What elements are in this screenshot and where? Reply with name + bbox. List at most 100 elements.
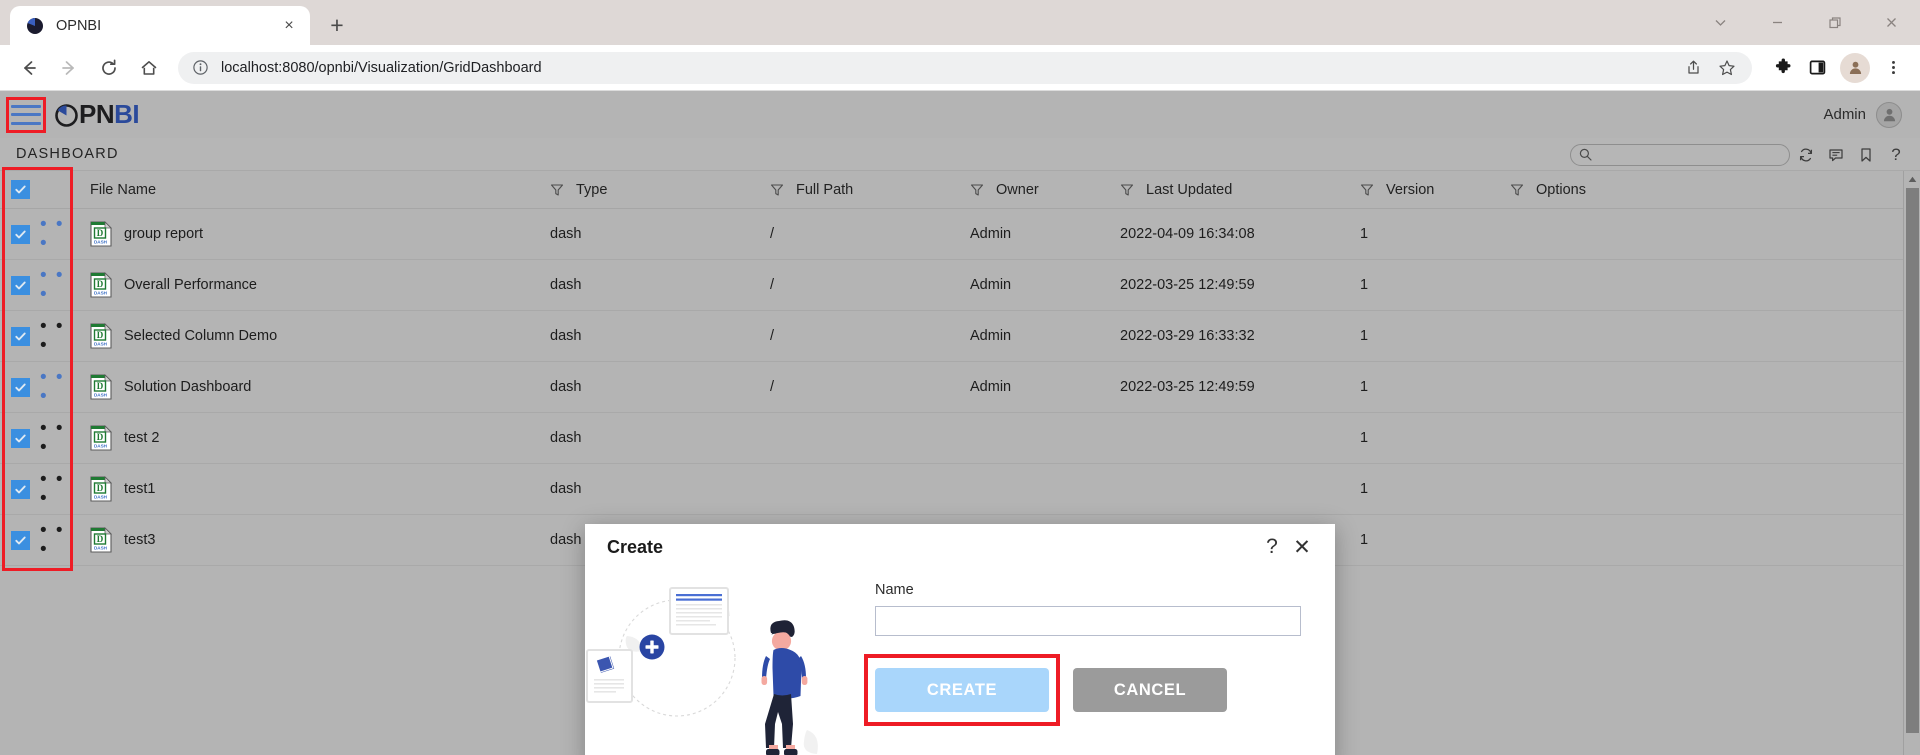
dialog-form-pane: Name CREATE CANCEL [864, 570, 1335, 755]
table-row[interactable]: • • • D DASH Selected Column Demo dash /… [0, 311, 1920, 362]
info-circle-icon[interactable] [192, 59, 209, 76]
column-header-full-path[interactable]: Full Path [770, 182, 970, 198]
filter-icon[interactable] [970, 183, 984, 197]
row-options-icon[interactable]: • • • [40, 317, 80, 355]
scroll-up-arrow-icon[interactable] [1904, 171, 1920, 188]
profile-avatar-icon[interactable] [1840, 52, 1870, 83]
filter-icon[interactable] [770, 183, 784, 197]
row-checkbox[interactable] [10, 428, 30, 448]
row-menu-cell[interactable]: • • • [40, 266, 80, 304]
row-menu-cell[interactable]: • • • [40, 317, 80, 355]
row-checkbox[interactable] [10, 224, 30, 244]
last-updated-text: 2022-03-25 12:49:59 [1120, 277, 1255, 293]
row-checkbox-cell[interactable] [0, 530, 40, 550]
svg-text:D: D [97, 432, 104, 442]
row-checkbox-cell[interactable] [0, 377, 40, 397]
search-box[interactable] [1570, 143, 1790, 166]
filter-icon[interactable] [1510, 183, 1524, 197]
row-options-icon[interactable]: • • • [40, 470, 80, 508]
row-checkbox[interactable] [10, 275, 30, 295]
column-header-version[interactable]: Version [1360, 182, 1510, 198]
row-options-icon[interactable]: • • • [40, 521, 80, 559]
row-checkbox-cell[interactable] [0, 428, 40, 448]
vertical-scrollbar[interactable] [1903, 171, 1920, 755]
version-text: 1 [1360, 532, 1369, 548]
column-header-owner[interactable]: Owner [970, 182, 1120, 198]
three-dot-menu-icon[interactable] [1876, 51, 1910, 85]
column-header-label: Owner [996, 181, 1039, 198]
row-checkbox[interactable] [10, 530, 30, 550]
bookmark-icon[interactable] [1852, 141, 1880, 169]
dialog-help-icon[interactable]: ? [1257, 532, 1287, 562]
table-row[interactable]: • • • D DASH Solution Dashboard dash / A… [0, 362, 1920, 413]
row-checkbox[interactable] [10, 479, 30, 499]
side-panel-icon[interactable] [1800, 51, 1834, 85]
extensions-puzzle-icon[interactable] [1766, 51, 1800, 85]
row-options-icon[interactable]: • • • [40, 368, 80, 406]
star-icon[interactable] [1710, 51, 1744, 85]
cell-type: dash [550, 277, 770, 293]
cell-file-name: D DASH test1 [80, 476, 550, 502]
search-input[interactable] [1598, 147, 1781, 162]
close-icon[interactable] [1863, 0, 1920, 45]
create-button[interactable]: CREATE [875, 668, 1049, 712]
column-header-type[interactable]: Type [550, 182, 770, 198]
table-row[interactable]: • • • D DASH test1 dash 1 [0, 464, 1920, 515]
cell-last-updated: 2022-03-29 16:33:32 [1120, 328, 1360, 344]
breadcrumb: DASHBOARD [16, 146, 119, 162]
select-all-cell[interactable] [0, 180, 40, 199]
row-options-icon[interactable]: • • • [40, 215, 80, 253]
full-path-text: / [770, 226, 775, 242]
reload-icon[interactable] [90, 49, 128, 87]
table-row[interactable]: • • • D DASH group report dash / Admin 2… [0, 209, 1920, 260]
share-icon[interactable] [1676, 51, 1710, 85]
user-avatar-icon[interactable] [1876, 101, 1902, 128]
column-header-options[interactable]: Options [1510, 182, 1920, 198]
address-bar[interactable]: localhost:8080/opnbi/Visualization/GridD… [178, 51, 1752, 85]
row-checkbox-cell[interactable] [0, 224, 40, 244]
table-row[interactable]: • • • D DASH test 2 dash 1 [0, 413, 1920, 464]
filter-icon[interactable] [1360, 183, 1374, 197]
row-menu-cell[interactable]: • • • [40, 368, 80, 406]
filter-icon[interactable] [550, 183, 564, 197]
row-menu-cell[interactable]: • • • [40, 215, 80, 253]
home-icon[interactable] [130, 49, 168, 87]
select-all-checkbox[interactable] [10, 180, 30, 199]
hamburger-menu-icon[interactable] [6, 96, 46, 133]
scrollbar-thumb[interactable] [1906, 188, 1919, 733]
new-tab-button[interactable]: + [320, 8, 354, 42]
row-options-icon[interactable]: • • • [40, 419, 80, 457]
name-input[interactable] [875, 606, 1301, 636]
cell-type: dash [550, 328, 770, 344]
type-text: dash [550, 481, 582, 497]
cancel-button[interactable]: CANCEL [1073, 668, 1227, 712]
row-checkbox-cell[interactable] [0, 326, 40, 346]
row-menu-cell[interactable]: • • • [40, 470, 80, 508]
app-header-user-area: Admin [1823, 91, 1902, 138]
column-header-file-name[interactable]: File Name [80, 182, 550, 198]
browser-extension-icons [1766, 51, 1910, 85]
row-options-icon[interactable]: • • • [40, 266, 80, 304]
row-menu-cell[interactable]: • • • [40, 419, 80, 457]
row-checkbox[interactable] [10, 326, 30, 346]
forward-icon[interactable] [50, 49, 88, 87]
browser-tab[interactable]: OPNBI × [10, 6, 310, 45]
tab-close-icon[interactable]: × [278, 15, 300, 37]
row-checkbox[interactable] [10, 377, 30, 397]
column-header-label: Version [1386, 181, 1435, 198]
row-menu-cell[interactable]: • • • [40, 521, 80, 559]
minimize-icon[interactable] [1749, 0, 1806, 45]
column-header-label: File Name [90, 181, 157, 198]
maximize-icon[interactable] [1806, 0, 1863, 45]
back-icon[interactable] [10, 49, 48, 87]
help-icon[interactable]: ? [1882, 141, 1910, 169]
filter-icon[interactable] [1120, 183, 1134, 197]
table-row[interactable]: • • • D DASH Overall Performance dash / … [0, 260, 1920, 311]
column-header-last-updated[interactable]: Last Updated [1120, 182, 1360, 198]
dialog-close-icon[interactable]: ✕ [1287, 532, 1317, 562]
comment-icon[interactable] [1822, 141, 1850, 169]
refresh-icon[interactable] [1792, 141, 1820, 169]
row-checkbox-cell[interactable] [0, 275, 40, 295]
chevron-down-icon[interactable] [1692, 0, 1749, 45]
row-checkbox-cell[interactable] [0, 479, 40, 499]
